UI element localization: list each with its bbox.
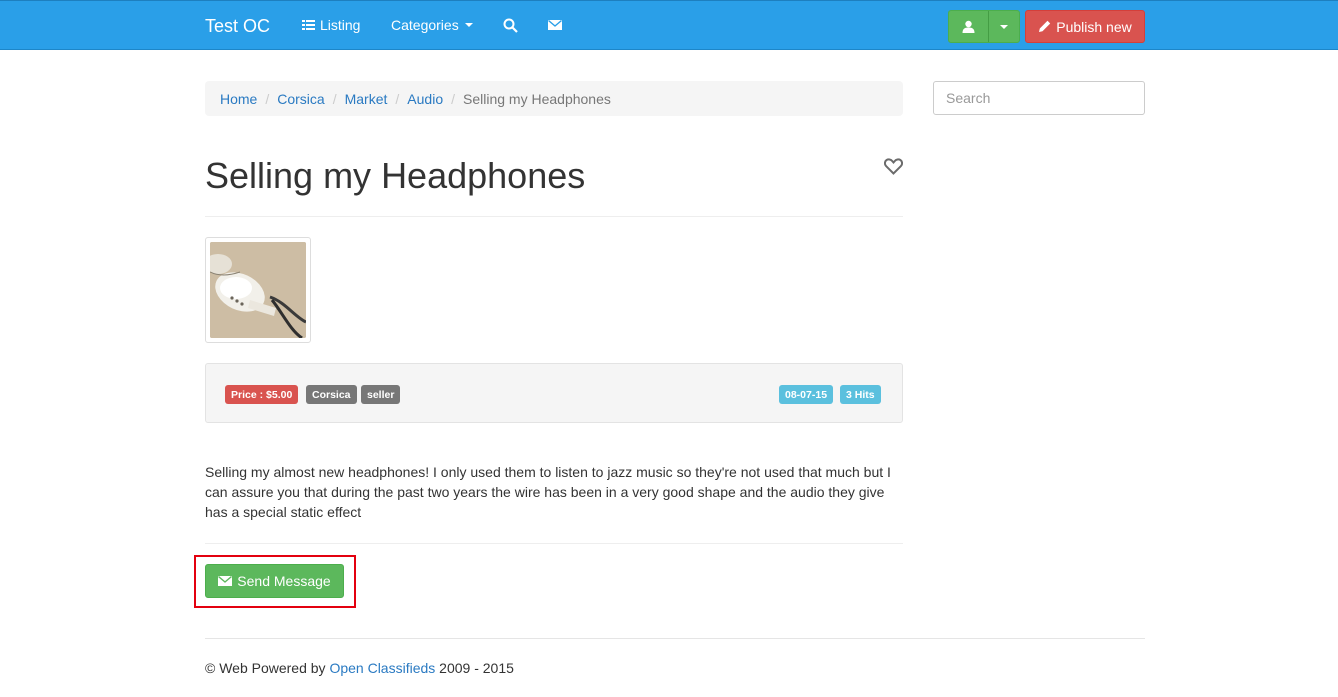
price-badge: Price : $5.00 — [225, 385, 299, 404]
breadcrumb-home[interactable]: Home — [220, 91, 257, 107]
highlight-box — [194, 555, 356, 608]
breadcrumb-audio[interactable]: Audio — [407, 91, 443, 107]
user-badge[interactable]: seller — [361, 385, 401, 404]
search-icon — [503, 18, 518, 33]
user-button[interactable] — [949, 11, 989, 42]
favorite-button[interactable] — [883, 158, 904, 180]
envelope-icon — [548, 19, 562, 30]
headphones-image — [210, 242, 306, 338]
nav-listing[interactable]: Listing — [302, 17, 360, 33]
nav-contact[interactable] — [548, 19, 562, 31]
nav-categories-dropdown[interactable]: Categories — [391, 17, 473, 33]
footer-divider — [205, 638, 1145, 639]
breadcrumb-separator: / — [332, 90, 337, 107]
date-badge: 08-07-15 — [779, 385, 834, 404]
publish-new-button[interactable]: Publish new — [1025, 10, 1145, 43]
heart-icon — [883, 158, 904, 175]
nav-listing-label: Listing — [320, 17, 361, 33]
top-navbar: Test OC Listing Categories Publish new — [0, 0, 1338, 50]
footer-link[interactable]: Open Classifieds — [329, 660, 435, 676]
caret-down-icon — [1000, 24, 1008, 29]
footer-prefix: © Web Powered by — [205, 660, 326, 676]
breadcrumb-separator: / — [451, 90, 455, 107]
brand-link[interactable]: Test OC — [205, 16, 270, 37]
user-dropdown-toggle[interactable] — [989, 11, 1019, 42]
list-icon — [302, 20, 315, 30]
divider — [205, 543, 903, 544]
footer: © Web Powered by Open Classifieds 2009 -… — [205, 660, 514, 676]
location-badge[interactable]: Corsica — [306, 385, 357, 404]
publish-new-label: Publish new — [1056, 18, 1132, 35]
nav-search[interactable] — [503, 18, 518, 33]
user-menu-button[interactable] — [948, 10, 1020, 43]
ad-thumbnail[interactable] — [205, 237, 311, 343]
nav-categories-label: Categories — [391, 17, 459, 33]
breadcrumb-current: Selling my Headphones — [463, 90, 611, 107]
divider — [205, 216, 903, 217]
page-title: Selling my Headphones — [205, 155, 586, 196]
breadcrumb-separator: / — [265, 90, 270, 107]
breadcrumb: Home / Corsica / Market / Audio / Sellin… — [205, 81, 903, 116]
footer-suffix: 2009 - 2015 — [439, 660, 514, 676]
ad-info-panel: Price : $5.00 Corsica seller 08-07-15 3 … — [205, 363, 903, 423]
search-input[interactable] — [933, 81, 1145, 115]
hits-badge: 3 Hits — [840, 385, 881, 404]
breadcrumb-separator: / — [395, 90, 400, 107]
caret-down-icon — [464, 23, 473, 27]
user-icon — [962, 20, 975, 33]
breadcrumb-corsica[interactable]: Corsica — [277, 91, 324, 107]
pencil-icon — [1039, 20, 1051, 32]
breadcrumb-market[interactable]: Market — [345, 91, 388, 107]
ad-description: Selling my almost new headphones! I only… — [205, 464, 891, 520]
